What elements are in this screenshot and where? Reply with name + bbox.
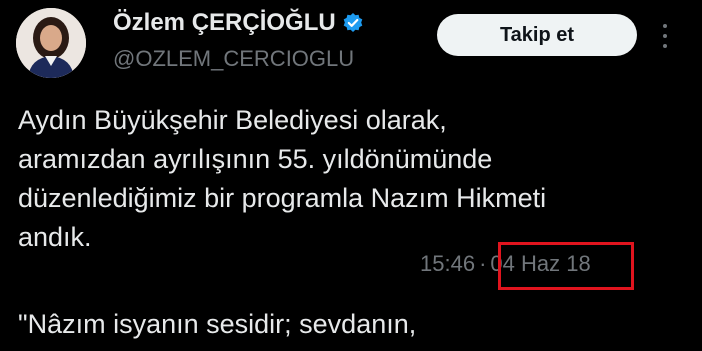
name-row: Özlem ÇERÇİOĞLU [113,9,364,37]
user-handle[interactable]: @OZLEM_CERCIOGLU [113,46,354,72]
tweet-line: aramızdan ayrılışının 55. yıldönümünde [18,144,493,174]
tweet-text: Aydın Büyükşehir Belediyesi olarak, aram… [18,101,688,257]
verified-badge-icon [342,12,364,34]
dot-icon [663,34,667,38]
profile-photo [16,8,86,78]
dot-icon [663,24,667,28]
avatar[interactable] [16,8,86,78]
tweet-quote-line: "Nâzım isyanın sesidir; sevdanın, [18,309,417,339]
date-highlight-box [498,242,634,290]
follow-button[interactable]: Takip et [437,14,637,56]
tweet-time[interactable]: 15:46 [420,251,475,277]
meta-separator: · [479,251,487,276]
more-options-icon[interactable] [658,24,672,48]
tweet-line: düzenlediğimiz bir programla Nazım Hikme… [18,183,547,213]
dot-icon [663,44,667,48]
tweet-line: Aydın Büyükşehir Belediyesi olarak, [18,105,447,135]
display-name[interactable]: Özlem ÇERÇİOĞLU [113,9,336,37]
